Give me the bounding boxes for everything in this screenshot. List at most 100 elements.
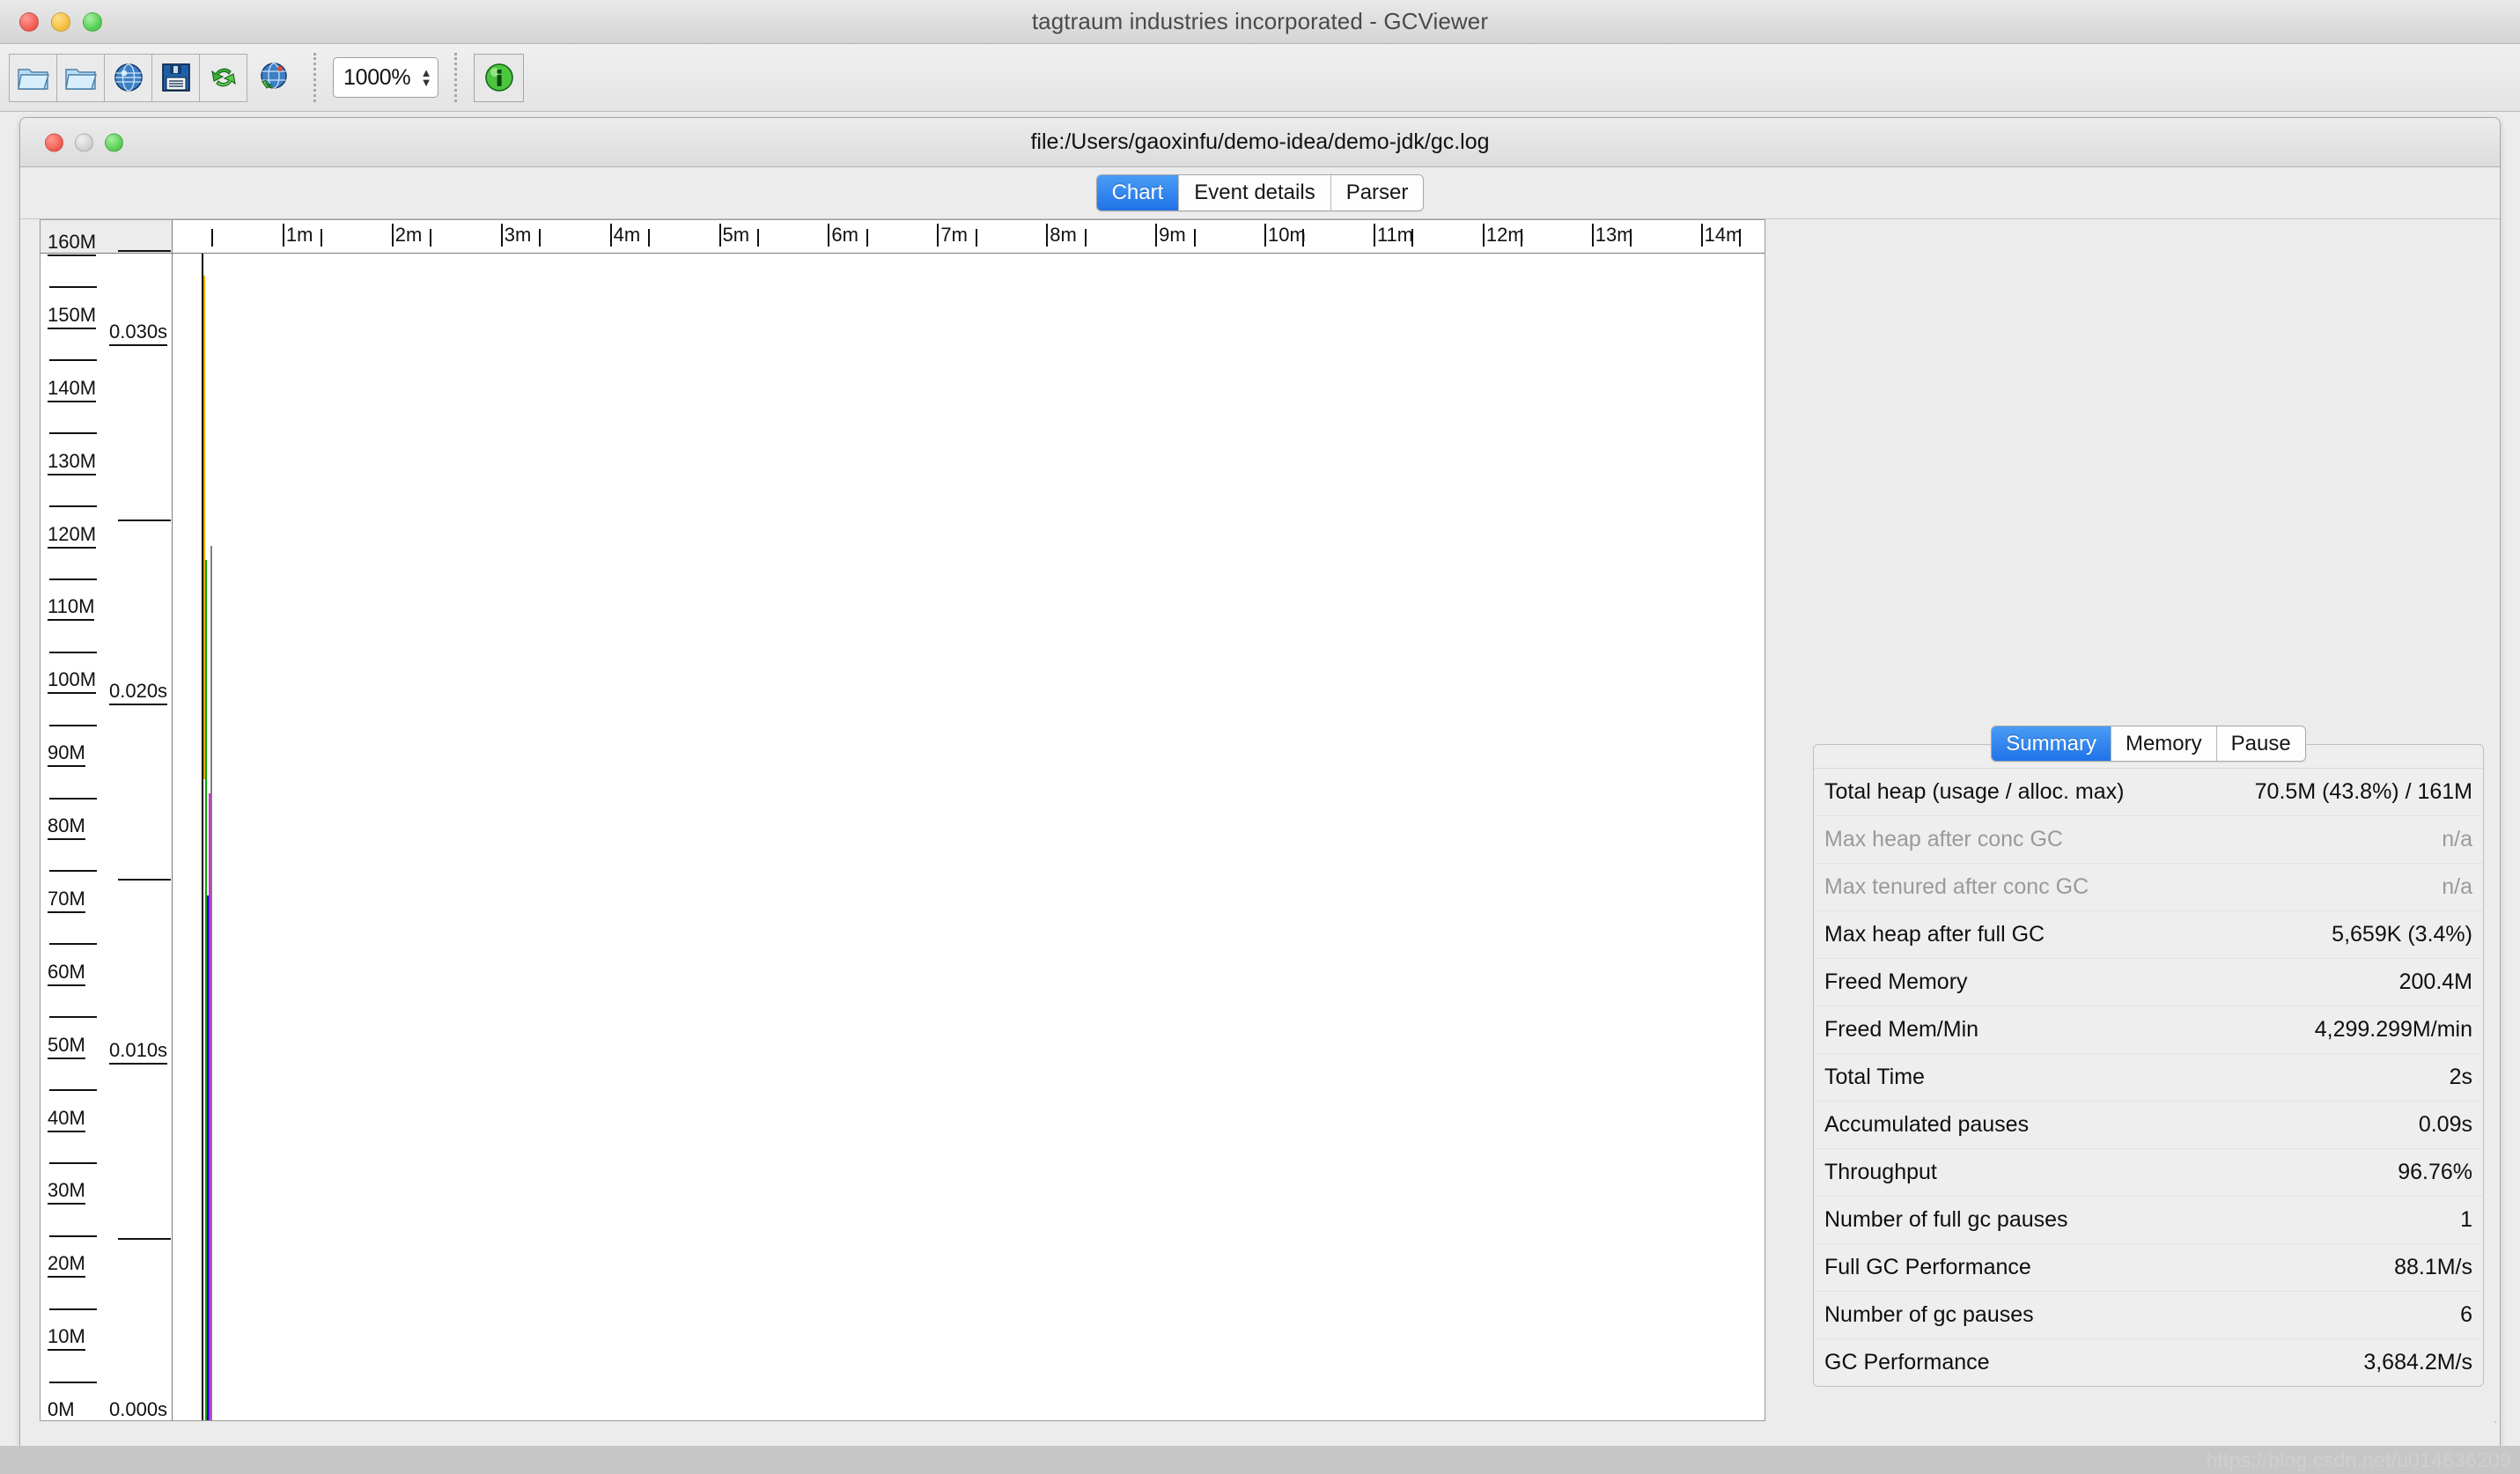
summary-row-value: 96.76% bbox=[2398, 1160, 2472, 1184]
summary-row-value: 6 bbox=[2460, 1302, 2472, 1327]
window-traffic-lights bbox=[19, 11, 102, 32]
summary-row: Max heap after conc GC n/a bbox=[1814, 815, 2483, 863]
y-axis-minor-tick bbox=[49, 505, 97, 508]
chart-y-axis: 160M 150M 140M 130M 120M 110M 100M 90M 80M 70M 60M… bbox=[41, 231, 173, 1420]
window-bottom-strip bbox=[0, 1446, 2520, 1474]
y-axis-tick-label: 70M bbox=[48, 888, 85, 913]
y-axis-minor-tick bbox=[49, 1308, 97, 1310]
minimize-window-button[interactable] bbox=[51, 11, 70, 32]
x-axis-tick: 12m bbox=[1482, 224, 1524, 247]
pause-axis-tick-label: 0.030s bbox=[109, 321, 168, 346]
close-window-button[interactable] bbox=[19, 11, 39, 32]
y-axis-tick-label: 50M bbox=[48, 1034, 85, 1059]
tab-parser[interactable]: Parser bbox=[1330, 175, 1424, 210]
summary-panel: Summary Memory Pause Total heap (usage /… bbox=[1813, 726, 2484, 1387]
save-button[interactable] bbox=[151, 53, 200, 102]
y-axis-minor-tick bbox=[49, 1089, 97, 1092]
toolbar-separator-1 bbox=[313, 53, 317, 102]
watch-button[interactable] bbox=[250, 54, 298, 102]
document-window: file:/Users/gaoxinfu/demo-idea/demo-jdk/… bbox=[19, 117, 2501, 1456]
y-axis-minor-tick bbox=[49, 651, 97, 653]
x-axis-tick: 10m bbox=[1264, 224, 1306, 247]
document-tabs: Chart Event details Parser bbox=[1095, 174, 1425, 211]
about-button[interactable] bbox=[474, 53, 524, 102]
chart-plot-area[interactable] bbox=[173, 254, 1765, 1420]
y-axis-tick-label: 160M bbox=[48, 231, 97, 256]
globe-refresh-icon bbox=[260, 63, 287, 89]
main-toolbar: 1000% ▲ ▼ bbox=[0, 44, 2520, 112]
tab-event-details[interactable]: Event details bbox=[1179, 175, 1331, 210]
y-axis-tick-label: 110M bbox=[48, 595, 95, 622]
chart-x-axis: 1m 2m 3m 4m 5m 6m 7m 8m 9m 10m 11m 12m 13m 14m bbox=[41, 220, 1765, 254]
summary-table: Total heap (usage / alloc. max) 70.5M (43… bbox=[1813, 744, 2484, 1387]
tab-summary[interactable]: Summary bbox=[1992, 726, 2111, 761]
summary-row: Max tenured after conc GC n/a bbox=[1814, 863, 2483, 910]
globe-icon bbox=[114, 63, 143, 92]
y-axis-minor-tick bbox=[49, 797, 97, 800]
y-axis-tick-label: 30M bbox=[48, 1179, 85, 1205]
summary-row-key: Number of full gc pauses bbox=[1824, 1207, 2068, 1232]
x-axis-minor-tick bbox=[1411, 224, 1415, 247]
y-axis-tick-label: 0M bbox=[48, 1398, 75, 1420]
refresh-arrows-icon bbox=[210, 68, 236, 87]
gcviewer-application-window: tagtraum industries incorporated - GCVie… bbox=[0, 0, 2520, 1474]
open-file-button[interactable] bbox=[9, 53, 57, 102]
y-axis-minor-tick bbox=[49, 870, 97, 873]
summary-row: Total Time 2s bbox=[1814, 1053, 2483, 1101]
document-close-button[interactable] bbox=[45, 133, 63, 151]
y-axis-minor-tick bbox=[49, 432, 97, 435]
summary-row: Number of full gc pauses 1 bbox=[1814, 1196, 2483, 1243]
document-tabstrip: Chart Event details Parser bbox=[20, 167, 2500, 219]
tab-pause[interactable]: Pause bbox=[2216, 726, 2305, 761]
x-axis-tick: 6m bbox=[828, 224, 858, 247]
x-axis-tick: 13m bbox=[1591, 224, 1633, 247]
x-axis-tick: 14m bbox=[1700, 224, 1742, 247]
zoom-stepper-arrows[interactable]: ▲ ▼ bbox=[415, 67, 438, 88]
x-axis-tick: 9m bbox=[1155, 224, 1186, 247]
x-axis-tick: 1m bbox=[282, 224, 313, 247]
document-zoom-button[interactable] bbox=[105, 133, 123, 151]
y-axis-minor-tick bbox=[49, 724, 97, 726]
y-axis-tick-label: 150M bbox=[48, 304, 97, 329]
main-window-title: tagtraum industries incorporated - GCVie… bbox=[1031, 8, 1489, 34]
summary-row-value: 2s bbox=[2449, 1065, 2472, 1089]
y-axis-tick-label: 10M bbox=[48, 1325, 85, 1352]
zoom-spinner[interactable]: 1000% ▲ ▼ bbox=[333, 57, 438, 98]
gc-chart[interactable]: 1m 2m 3m 4m 5m 6m 7m 8m 9m 10m 11m 12m 13m 14m 160M 15… bbox=[40, 219, 1765, 1421]
chart-series-full-gc-lines bbox=[210, 545, 213, 1420]
summary-row: Accumulated pauses 0.09s bbox=[1814, 1101, 2483, 1148]
x-axis-minor-tick bbox=[975, 224, 979, 247]
document-body: 1m 2m 3m 4m 5m 6m 7m 8m 9m 10m 11m 12m 13m 14m 160M 15… bbox=[20, 219, 2500, 1455]
x-axis-tick: 2m bbox=[391, 224, 422, 247]
summary-tabs: Summary Memory Pause bbox=[1991, 726, 2306, 762]
open-url-button[interactable] bbox=[104, 53, 152, 102]
x-axis-tick: 4m bbox=[609, 224, 640, 247]
pause-axis-minor-tick bbox=[118, 1238, 171, 1240]
y-axis-minor-tick bbox=[49, 578, 97, 580]
summary-row-value: 70.5M (43.8%) / 161M bbox=[2254, 779, 2472, 804]
summary-row: Freed Memory 200.4M bbox=[1814, 958, 2483, 1006]
summary-row-key: Total heap (usage / alloc. max) bbox=[1824, 779, 2125, 804]
main-window-titlebar: tagtraum industries incorporated - GCVie… bbox=[0, 0, 2520, 44]
summary-tabstrip: Summary Memory Pause bbox=[1813, 726, 2484, 762]
x-axis-tick: 8m bbox=[1046, 224, 1077, 247]
document-traffic-lights bbox=[45, 133, 123, 151]
open-folder-icon bbox=[17, 69, 49, 90]
resize-grip[interactable] bbox=[2470, 1397, 2496, 1423]
summary-row-value: 88.1M/s bbox=[2394, 1255, 2472, 1279]
open-recent-button[interactable] bbox=[56, 53, 105, 102]
summary-row-value: 5,659K (3.4%) bbox=[2332, 922, 2472, 947]
y-axis-tick-label: 90M bbox=[48, 741, 85, 768]
y-axis-minor-tick bbox=[49, 286, 97, 289]
y-axis-tick-label: 120M bbox=[48, 523, 97, 549]
y-axis-minor-tick bbox=[49, 943, 97, 946]
summary-row: Freed Mem/Min 4,299.299M/min bbox=[1814, 1006, 2483, 1053]
tab-chart[interactable]: Chart bbox=[1096, 175, 1180, 210]
y-axis-tick-label: 130M bbox=[48, 450, 97, 475]
zoom-window-button[interactable] bbox=[83, 11, 102, 32]
tab-memory[interactable]: Memory bbox=[2111, 726, 2217, 761]
summary-row-key: Throughput bbox=[1824, 1160, 1937, 1184]
refresh-button[interactable] bbox=[199, 53, 247, 102]
zoom-decrease-arrow[interactable]: ▼ bbox=[421, 77, 432, 88]
y-axis-minor-tick bbox=[49, 359, 97, 362]
